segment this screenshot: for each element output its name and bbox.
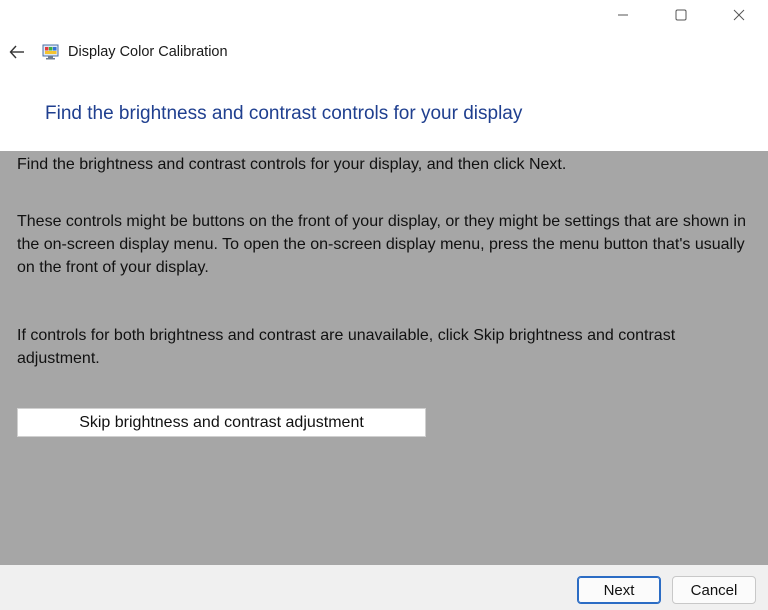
app-title: Display Color Calibration	[68, 44, 228, 60]
instruction-paragraph: Find the brightness and contrast control…	[17, 156, 567, 173]
skip-hint-paragraph: If controls for both brightness and cont…	[17, 327, 676, 367]
page-heading: Find the brightness and contrast control…	[45, 103, 523, 124]
display-calibration-icon	[41, 42, 61, 62]
minimize-icon	[618, 14, 628, 16]
skip-adjustment-button[interactable]: Skip brightness and contrast adjustment	[17, 408, 426, 437]
cancel-button[interactable]: Cancel	[672, 576, 756, 604]
maximize-icon	[675, 9, 687, 21]
title-bar: Display Color Calibration	[0, 38, 228, 66]
minimize-button[interactable]	[594, 0, 652, 30]
window-controls	[594, 0, 768, 30]
calibration-window: Display Color Calibration Find the brigh…	[0, 0, 768, 610]
close-button[interactable]	[710, 0, 768, 30]
back-button[interactable]	[2, 38, 32, 66]
instructions-panel: Find the brightness and contrast control…	[0, 151, 768, 565]
close-icon	[733, 9, 745, 21]
maximize-button[interactable]	[652, 0, 710, 30]
back-arrow-icon	[9, 45, 24, 59]
footer-bar: Next Cancel	[0, 565, 768, 610]
next-button[interactable]: Next	[577, 576, 661, 604]
controls-description-paragraph: These controls might be buttons on the f…	[17, 213, 746, 276]
